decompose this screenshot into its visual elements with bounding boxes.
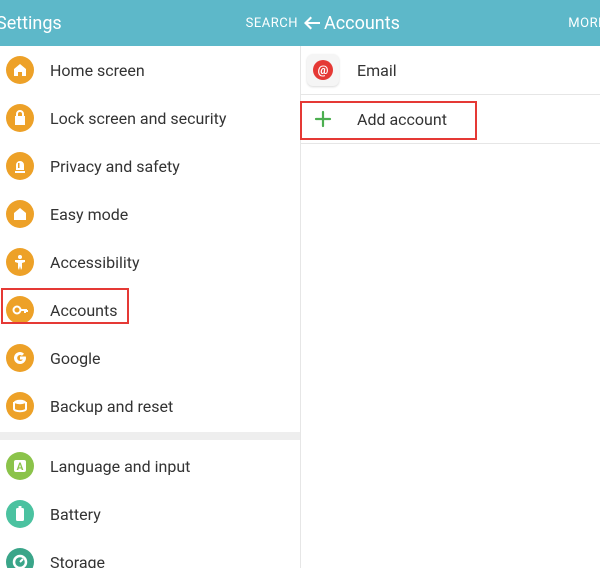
svg-text:A: A (17, 462, 24, 473)
svg-text:@: @ (318, 63, 329, 77)
item-label: Home screen (50, 61, 145, 80)
item-label: Storage (50, 553, 105, 568)
settings-item-lock-screen[interactable]: Lock screen and security (0, 94, 300, 142)
divider (301, 143, 600, 144)
backup-icon (6, 392, 34, 420)
accounts-panel: @ Email Add account (300, 46, 600, 568)
item-label: Privacy and safety (50, 157, 180, 176)
settings-item-language[interactable]: A Language and input (0, 442, 300, 490)
account-item-email[interactable]: @ Email (301, 46, 600, 94)
google-icon (6, 344, 34, 372)
accessibility-icon (6, 248, 34, 276)
item-label: Battery (50, 505, 101, 524)
item-label: Google (50, 349, 101, 368)
storage-icon (6, 548, 34, 568)
settings-item-privacy[interactable]: Privacy and safety (0, 142, 300, 190)
add-account-button[interactable]: Add account (301, 95, 600, 143)
lock-icon (6, 104, 34, 132)
search-label: SEARCH (246, 16, 298, 31)
settings-item-accounts[interactable]: Accounts (0, 286, 300, 334)
item-label: Accounts (50, 301, 117, 320)
content-columns: Home screen Lock screen and security Pri… (0, 46, 600, 568)
settings-title: Settings (0, 13, 62, 34)
house-icon (6, 200, 34, 228)
email-icon: @ (307, 54, 339, 86)
app-header: Settings SEARCH Accounts MORE (0, 0, 600, 46)
settings-item-google[interactable]: Google (0, 334, 300, 382)
item-label: Lock screen and security (50, 109, 226, 128)
settings-item-backup[interactable]: Backup and reset (0, 382, 300, 430)
header-right-section: Accounts MORE (300, 13, 600, 34)
plus-icon (309, 105, 337, 133)
search-button[interactable]: SEARCH (246, 16, 298, 31)
settings-list: Home screen Lock screen and security Pri… (0, 46, 300, 568)
item-label: Accessibility (50, 253, 140, 272)
home-icon (6, 56, 34, 84)
key-icon (6, 296, 34, 324)
item-label: Add account (357, 110, 447, 129)
battery-icon (6, 500, 34, 528)
item-label: Easy mode (50, 205, 128, 224)
settings-item-home-screen[interactable]: Home screen (0, 46, 300, 94)
settings-item-storage[interactable]: Storage (0, 538, 300, 568)
item-label: Language and input (50, 457, 190, 476)
back-arrow-icon[interactable] (304, 16, 320, 30)
section-divider (0, 432, 300, 440)
more-button[interactable]: MORE (568, 16, 600, 31)
siren-icon (6, 152, 34, 180)
header-left-section: Settings SEARCH (0, 13, 300, 34)
accounts-title: Accounts (324, 13, 400, 34)
item-label: Backup and reset (50, 397, 173, 416)
settings-item-accessibility[interactable]: Accessibility (0, 238, 300, 286)
language-icon: A (6, 452, 34, 480)
settings-item-battery[interactable]: Battery (0, 490, 300, 538)
settings-item-easy-mode[interactable]: Easy mode (0, 190, 300, 238)
item-label: Email (357, 61, 397, 80)
